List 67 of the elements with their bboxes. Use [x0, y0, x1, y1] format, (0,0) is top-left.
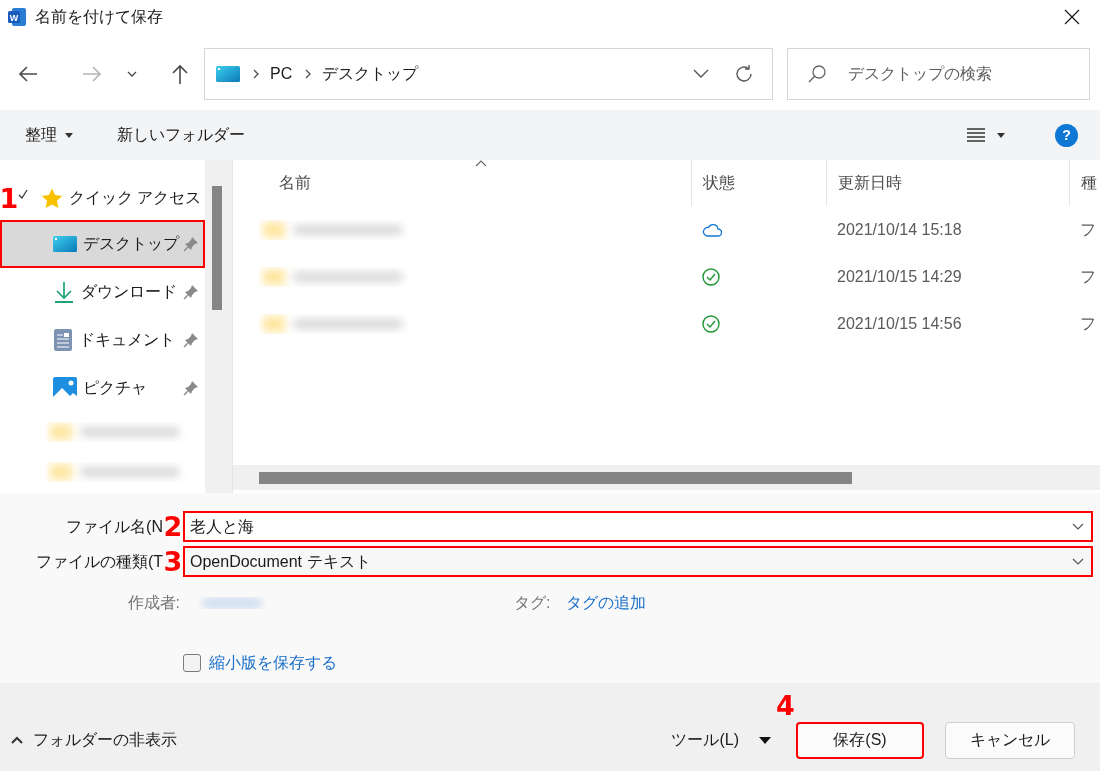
sidebar-item[interactable]: ダウンロード: [0, 268, 205, 316]
sidebar-item[interactable]: デスクトップ: [0, 220, 205, 268]
check-icon[interactable]: [18, 189, 28, 199]
cancel-button[interactable]: キャンセル: [945, 721, 1075, 759]
breadcrumb-segment[interactable]: デスクトップ: [322, 62, 419, 86]
chevron-down-icon: [1072, 522, 1084, 531]
star-icon: [41, 187, 63, 209]
search-field[interactable]: デスクトップの検索: [787, 48, 1090, 100]
callout-number: 1: [0, 184, 18, 212]
save-button[interactable]: 保存(S): [796, 721, 924, 759]
help-button[interactable]: ?: [1055, 123, 1078, 147]
organize-button[interactable]: 整理: [25, 123, 73, 147]
chevron-down-icon[interactable]: [692, 68, 710, 80]
column-header[interactable]: 更新日時: [826, 160, 1069, 206]
chevron-up-icon: [11, 736, 23, 744]
chevron-right-icon: [252, 69, 260, 79]
tools-button[interactable]: ツール(L): [671, 728, 771, 752]
sidebar-item[interactable]: ピクチャ: [0, 364, 205, 412]
list-view-icon: [967, 128, 985, 142]
chevron-down-icon: [127, 71, 137, 77]
sidebar-item[interactable]: ドキュメント: [0, 316, 205, 364]
chevron-right-icon: [304, 69, 313, 79]
callout-number: 4: [776, 691, 795, 719]
window-title: 名前を付けて保存: [34, 7, 163, 27]
caret-icon: [997, 132, 1005, 138]
hide-folders-button[interactable]: フォルダーの非表示: [11, 728, 177, 752]
search-icon: [807, 64, 827, 84]
field-label: ファイル名(N: [65, 516, 163, 537]
image-icon: [53, 377, 77, 399]
check-circle-icon: [702, 267, 720, 286]
close-icon: [1064, 9, 1080, 25]
checkbox-label[interactable]: 縮小版を保存する: [209, 651, 337, 675]
field-label: ファイルの種類(T: [34, 551, 163, 572]
checkbox[interactable]: [183, 654, 201, 672]
scrollbar[interactable]: [205, 160, 233, 493]
table-cell-text: 2021/10/15 14:29: [837, 266, 962, 287]
new-folder-button[interactable]: 新しいフォルダー: [117, 123, 245, 147]
file-type-dropdown[interactable]: OpenDocument テキスト: [183, 546, 1093, 577]
download-icon: [53, 280, 75, 304]
table-cell-text: 2021/10/15 14:56: [837, 313, 962, 334]
sidebar-group-header[interactable]: 1 クイック アクセス: [0, 176, 205, 220]
table-cell-text: フ: [1080, 219, 1096, 240]
breadcrumb-segment[interactable]: PC: [270, 62, 293, 86]
column-header[interactable]: 種: [1069, 160, 1100, 206]
file-name-field[interactable]: 老人と海: [183, 511, 1093, 542]
table-cell-text: フ: [1080, 266, 1096, 287]
field-label: 作成者:: [126, 593, 180, 613]
caret-icon: [759, 736, 771, 744]
document-icon: [53, 328, 73, 352]
desktop-icon: [216, 65, 240, 83]
column-header[interactable]: 名前: [233, 160, 691, 206]
address-bar[interactable]: PC デスクトップ: [204, 48, 773, 100]
caret-icon: [65, 132, 73, 138]
column-header[interactable]: 状態: [691, 160, 826, 206]
chevron-down-icon: [1072, 557, 1084, 566]
cloud-icon: [702, 222, 722, 237]
callout-number: 3: [163, 548, 183, 575]
check-circle-icon: [702, 314, 720, 333]
scrollbar[interactable]: [233, 465, 1100, 490]
table-cell-text: 2021/10/14 15:18: [837, 219, 962, 240]
refresh-icon[interactable]: [734, 64, 754, 84]
view-button[interactable]: [967, 128, 1005, 142]
add-tag-link[interactable]: タグの追加: [566, 591, 647, 615]
field-label: タグ:: [514, 593, 551, 613]
desktop-icon: [53, 235, 77, 253]
callout-number: 2: [163, 513, 183, 540]
table-cell-text: フ: [1080, 313, 1096, 334]
